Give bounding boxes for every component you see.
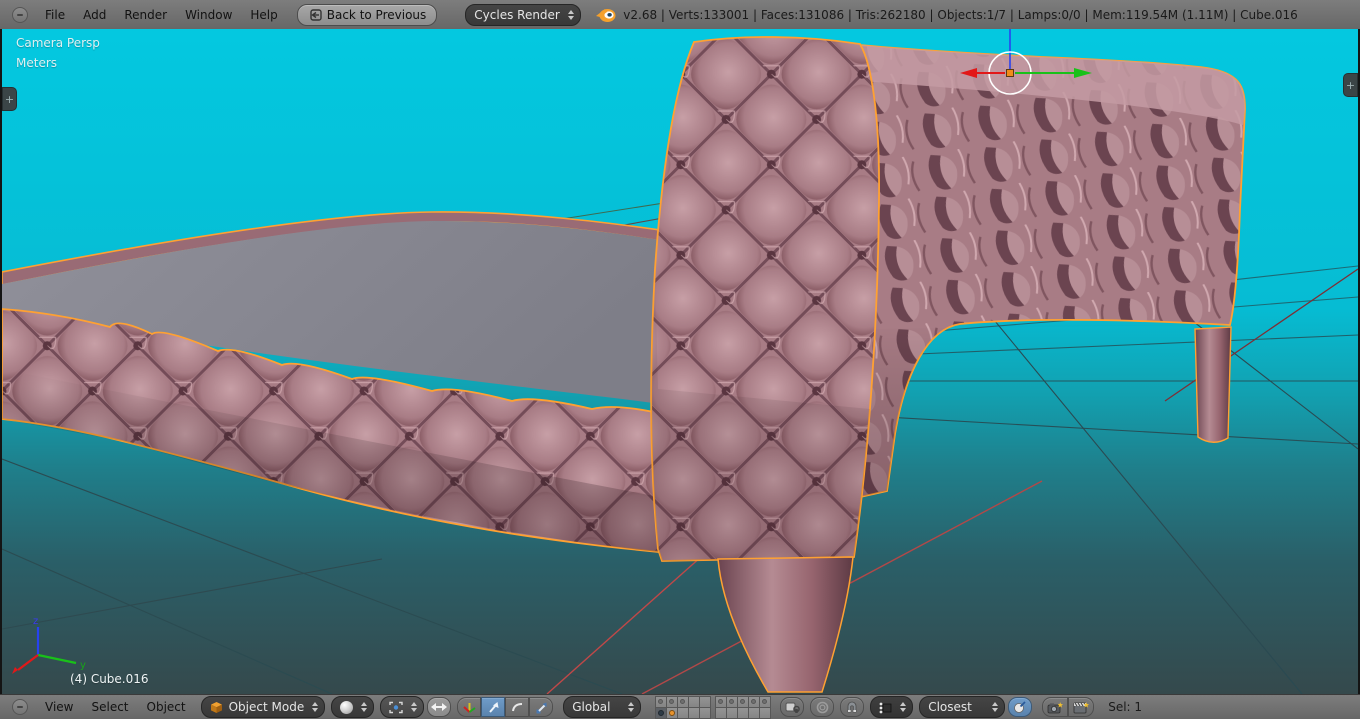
move-arrows-icon (431, 702, 447, 712)
lock-to-scene-button[interactable] (780, 697, 804, 717)
transform-orientation-select[interactable]: Global (563, 696, 641, 718)
menu-select[interactable]: Select (82, 700, 137, 714)
pivot-point-select[interactable] (380, 696, 424, 718)
solid-shading-sphere-icon (340, 701, 353, 714)
rotate-arc-icon (511, 701, 524, 714)
manipulator-type-group (457, 697, 553, 717)
menu-object[interactable]: Object (138, 700, 195, 714)
back-to-previous-button[interactable]: Back to Previous (297, 4, 438, 26)
menu-window[interactable]: Window (176, 8, 241, 22)
magnet-icon (845, 701, 859, 714)
menu-file[interactable]: File (36, 8, 74, 22)
render-engine-select[interactable]: Cycles Render (465, 4, 581, 26)
properties-expand-tab[interactable]: + (1343, 73, 1358, 97)
menu-help[interactable]: Help (241, 8, 286, 22)
scale-arrow-icon (535, 701, 548, 714)
menu-add[interactable]: Add (74, 8, 115, 22)
snap-element-select[interactable] (870, 696, 913, 718)
chevron-up-down-icon (992, 702, 998, 712)
corner-post[interactable] (651, 37, 879, 561)
layer-content-dot (762, 699, 767, 704)
lock-icon (785, 701, 800, 714)
snap-peel-icon (1013, 701, 1027, 714)
menu-view[interactable]: View (36, 700, 82, 714)
pivot-point-icon (389, 701, 403, 714)
layers-widget[interactable] (655, 696, 770, 718)
axes-icon (463, 701, 476, 714)
viewport-header: View Select Object Object Mode (0, 694, 1360, 719)
scale-manipulator-button[interactable] (529, 697, 553, 717)
active-object-layer-dot (669, 710, 675, 716)
object-mode-cube-icon (210, 701, 223, 714)
snap-vertex-cube-icon (879, 701, 892, 714)
gizmo-y-label: y (80, 660, 86, 671)
snap-target-select[interactable]: Closest (919, 696, 1005, 718)
selection-count: Sel: 1 (1108, 700, 1142, 714)
layer-content-dot (740, 699, 745, 704)
layer-block (715, 696, 770, 718)
manipulator-axes-button[interactable] (457, 697, 481, 717)
chevron-up-down-icon (628, 702, 634, 712)
3d-viewport[interactable]: z y Camera Persp Meters (4) Cube.016 + + (0, 29, 1360, 694)
chevron-up-down-icon (312, 702, 318, 712)
chevron-up-down-icon (900, 702, 906, 712)
snap-peel-object-button[interactable] (1008, 697, 1032, 717)
right-leg[interactable] (1195, 327, 1231, 442)
opengl-render-button[interactable] (1042, 697, 1068, 717)
menu-render[interactable]: Render (115, 8, 176, 22)
viewport-shading-select[interactable] (331, 696, 374, 718)
opengl-render-animation-button[interactable] (1068, 697, 1094, 717)
layer-content-dot (658, 710, 664, 716)
layer-block (655, 696, 710, 718)
scene-statistics: v2.68 | Verts:133001 | Faces:131086 | Tr… (623, 8, 1298, 22)
layer-content-dot (680, 699, 685, 704)
layer-content-dot (669, 699, 674, 704)
blender-logo-icon (595, 6, 617, 24)
layer-content-dot (751, 699, 756, 704)
info-header: File Add Render Window Help Back to Prev… (0, 0, 1360, 30)
collapse-menu-icon[interactable] (12, 699, 28, 715)
layer-cell[interactable] (699, 707, 711, 719)
rotate-manipulator-button[interactable] (505, 697, 529, 717)
manipulator-toggle-button[interactable] (427, 697, 451, 717)
viewport-scene: z y (2, 29, 1358, 694)
collapse-menu-icon[interactable] (12, 7, 28, 23)
chevron-up-down-icon (411, 702, 417, 712)
tool-shelf-expand-tab[interactable]: + (2, 87, 17, 111)
layer-content-dot (658, 699, 663, 704)
camera-render-icon (1047, 701, 1063, 714)
proportional-circle-icon (816, 701, 829, 714)
layer-content-dot (729, 699, 734, 704)
proportional-edit-button[interactable] (810, 697, 834, 717)
gizmo-z-label: z (33, 616, 38, 627)
chevron-up-down-icon (568, 10, 574, 20)
interaction-mode-select[interactable]: Object Mode (201, 696, 326, 718)
back-arrow-icon (308, 9, 322, 21)
layer-content-dot (718, 699, 723, 704)
clapperboard-icon (1073, 701, 1089, 714)
object-origin-dot (1007, 70, 1014, 77)
chevron-up-down-icon (361, 702, 367, 712)
snap-toggle-button[interactable] (840, 697, 864, 717)
translate-manipulator-button[interactable] (481, 697, 505, 717)
layer-cell[interactable] (759, 707, 771, 719)
translate-arrow-icon (487, 701, 500, 714)
